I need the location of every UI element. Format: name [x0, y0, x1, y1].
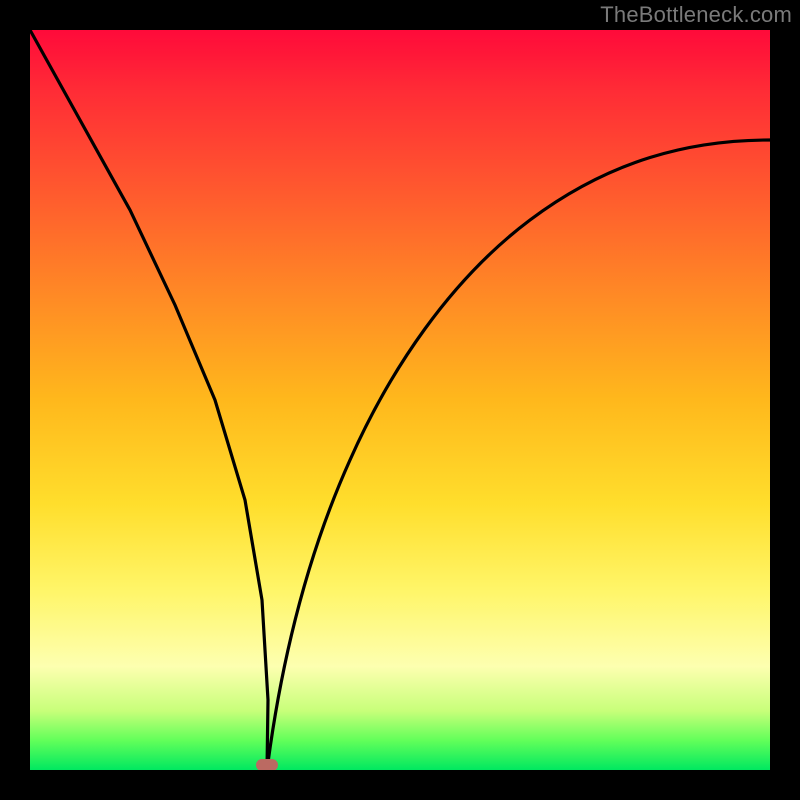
- chart-frame: [0, 0, 800, 800]
- watermark-text: TheBottleneck.com: [600, 2, 792, 28]
